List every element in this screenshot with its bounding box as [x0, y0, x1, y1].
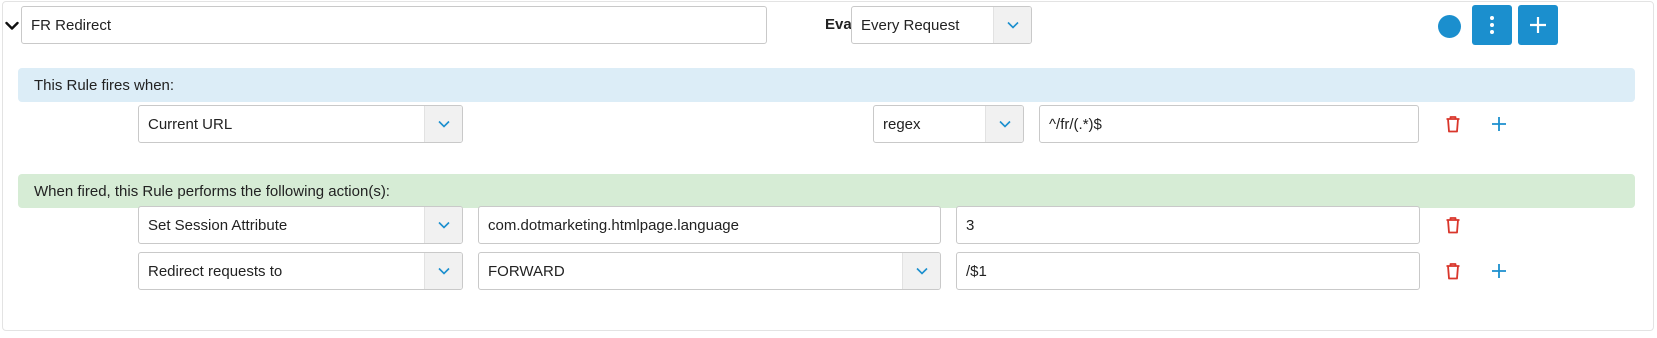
condition-comparison-select[interactable]: regex	[873, 105, 1024, 143]
plus-icon	[1492, 117, 1506, 131]
plus-icon	[1530, 17, 1546, 33]
delete-condition-button[interactable]	[1441, 112, 1465, 136]
rule-name-text: FR Redirect	[31, 16, 112, 34]
redirect-url-input[interactable]: /$1	[956, 252, 1420, 290]
conditions-banner-text: This Rule fires when:	[34, 76, 175, 94]
evaluate-select[interactable]: Every Request	[851, 6, 1032, 44]
actions-banner-text: When fired, this Rule performs the follo…	[34, 182, 390, 200]
session-attribute-value-input[interactable]: 3	[956, 206, 1420, 244]
action-type-select[interactable]: Redirect requests to	[138, 252, 463, 290]
condition-value-text: ^/fr/(.*)$	[1049, 115, 1102, 133]
delete-action-button[interactable]	[1441, 213, 1465, 237]
session-attribute-name-input[interactable]: com.dotmarketing.htmlpage.language	[478, 206, 941, 244]
plus-icon	[1492, 264, 1506, 278]
trash-icon	[1446, 217, 1460, 234]
condition-comparison-value: regex	[883, 115, 921, 133]
redirect-url-text: /$1	[966, 262, 987, 280]
condition-value-input[interactable]: ^/fr/(.*)$	[1039, 105, 1419, 143]
status-dot-icon[interactable]	[1438, 15, 1461, 38]
delete-action-button[interactable]	[1441, 259, 1465, 283]
chevron-down-icon[interactable]	[3, 14, 21, 38]
action-type-select[interactable]: Set Session Attribute	[138, 206, 463, 244]
condition-type-value: Current URL	[148, 115, 233, 133]
chevron-down-icon	[985, 106, 1023, 142]
chevron-down-icon	[902, 253, 940, 289]
actions-banner: When fired, this Rule performs the follo…	[18, 174, 1635, 208]
chevron-down-icon	[424, 253, 462, 289]
action-type-value: Redirect requests to	[148, 262, 283, 280]
condition-type-select[interactable]: Current URL	[138, 105, 463, 143]
trash-icon	[1446, 263, 1460, 280]
session-attribute-name-text: com.dotmarketing.htmlpage.language	[488, 216, 739, 234]
session-attribute-value-text: 3	[966, 216, 975, 234]
rule-menu-button[interactable]	[1472, 5, 1512, 45]
evaluate-select-value: Every Request	[861, 16, 960, 34]
add-condition-button[interactable]	[1487, 112, 1511, 136]
add-rule-button[interactable]	[1518, 5, 1558, 45]
rule-name-input[interactable]: FR Redirect	[21, 6, 767, 44]
trash-icon	[1446, 116, 1460, 133]
chevron-down-icon	[993, 7, 1031, 43]
chevron-down-icon	[424, 207, 462, 243]
conditions-banner: This Rule fires when:	[18, 68, 1635, 102]
redirect-method-value: FORWARD	[488, 262, 565, 280]
add-action-button[interactable]	[1487, 259, 1511, 283]
vertical-dots-icon	[1490, 16, 1494, 34]
chevron-down-icon	[424, 106, 462, 142]
action-type-value: Set Session Attribute	[148, 216, 288, 234]
redirect-method-select[interactable]: FORWARD	[478, 252, 941, 290]
